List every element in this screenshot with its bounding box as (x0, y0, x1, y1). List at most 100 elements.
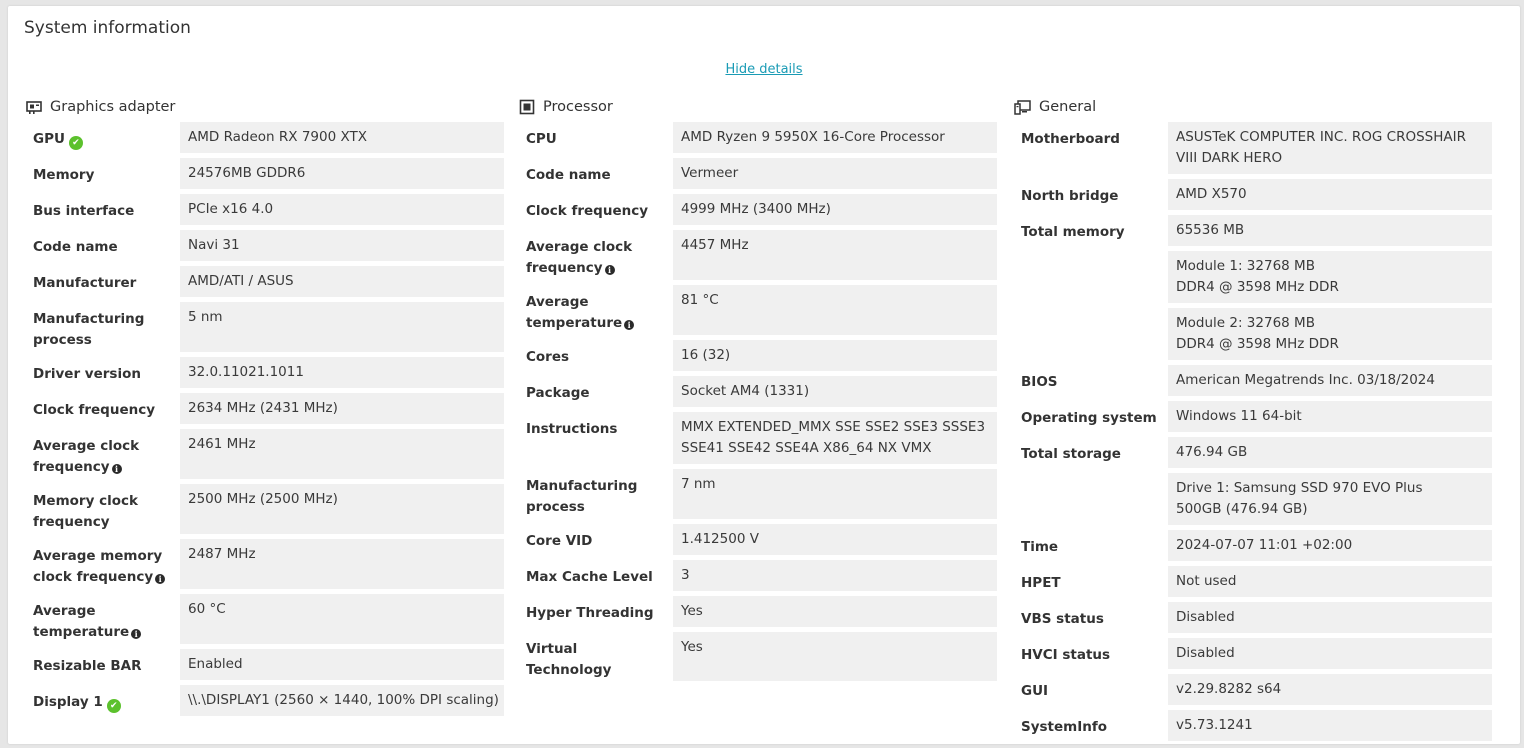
row-key: Clock frequency (33, 402, 156, 418)
row-key: VBS status (1021, 611, 1104, 627)
info-row-total-memory: Total memory 65536 MB (1014, 215, 1492, 246)
row-key: Manufacturing process (526, 478, 638, 515)
row-value: Windows 11 64-bit (1168, 401, 1492, 432)
info-row-bios: BIOS American Megatrends Inc. 03/18/2024 (1014, 365, 1492, 396)
info-row-cores: Cores 16 (32) (519, 340, 997, 371)
row-key: Resizable BAR (33, 658, 142, 674)
row-key: CPU (526, 131, 557, 147)
info-row-code-name: Code name Navi 31 (26, 230, 504, 261)
row-value: 2024-07-07 11:01 +02:00 (1168, 530, 1492, 561)
row-value: 1.412500 V (673, 524, 997, 555)
row-value: PCIe x16 4.0 (180, 194, 504, 225)
row-value: Disabled (1168, 638, 1492, 669)
row-key: Clock frequency (526, 203, 649, 219)
info-row-package: Package Socket AM4 (1331) (519, 376, 997, 407)
graphics-adapter-heading: Graphics adapter (26, 98, 504, 116)
graphics-adapter-section: Graphics adapter GPU ✔ AMD Radeon RX 7900… (26, 98, 504, 721)
row-value: AMD Radeon RX 7900 XTX (180, 122, 504, 153)
row-key: Time (1021, 539, 1059, 555)
row-value: 65536 MB (1168, 215, 1492, 246)
info-row-hyper-threading: Hyper Threading Yes (519, 596, 997, 627)
row-key: Code name (33, 239, 118, 255)
row-value: Module 1: 32768 MB DDR4 @ 3598 MHz DDR (1168, 251, 1492, 303)
row-key: BIOS (1021, 374, 1058, 390)
graphics-card-icon (26, 101, 42, 114)
info-row-average-clock-frequency: Average clock frequency i 4457 MHz (519, 230, 997, 280)
info-row-clock-frequency: Clock frequency 2634 MHz (2431 MHz) (26, 393, 504, 424)
row-value: 3 (673, 560, 997, 591)
row-key: Code name (526, 167, 611, 183)
row-key: Cores (526, 349, 570, 365)
row-key: Hyper Threading (526, 605, 654, 621)
row-key: Manufacturing process (33, 311, 145, 348)
row-value: \\.\DISPLAY1 (2560 × 1440, 100% DPI scal… (180, 685, 504, 716)
row-value: Not used (1168, 566, 1492, 597)
row-value: Module 2: 32768 MB DDR4 @ 3598 MHz DDR (1168, 308, 1492, 360)
info-row-average-temperature: Average temperature i 60 °C (26, 594, 504, 644)
row-value: ASUSTeK COMPUTER INC. ROG CROSSHAIR VIII… (1168, 122, 1492, 174)
processor-section: Processor CPU AMD Ryzen 9 5950X 16-Core … (519, 98, 997, 686)
row-value: 32.0.11021.1011 (180, 357, 504, 388)
hide-details-link[interactable]: Hide details (8, 62, 1520, 77)
info-row-north-bridge: North bridge AMD X570 (1014, 179, 1492, 210)
info-row-memory-clock-frequency: Memory clock frequency 2500 MHz (2500 MH… (26, 484, 504, 534)
row-value: MMX EXTENDED_MMX SSE SSE2 SSE3 SSSE3 SSE… (673, 412, 997, 464)
computer-icon (1014, 99, 1031, 115)
info-row-manufacturing-process: Manufacturing process 5 nm (26, 302, 504, 352)
row-value: v5.73.1241 (1168, 710, 1492, 741)
row-value: 81 °C (673, 285, 997, 335)
info-icon[interactable]: i (131, 629, 142, 639)
row-key: Core VID (526, 533, 593, 549)
info-row-average-clock-frequency: Average clock frequency i 2461 MHz (26, 429, 504, 479)
info-row-hpet: HPET Not used (1014, 566, 1492, 597)
info-row-clock-frequency: Clock frequency 4999 MHz (3400 MHz) (519, 194, 997, 225)
row-key: HPET (1021, 575, 1061, 591)
row-value: Yes (673, 632, 997, 681)
row-key: Memory clock frequency (33, 493, 138, 530)
info-row-cpu: CPU AMD Ryzen 9 5950X 16-Core Processor (519, 122, 997, 153)
row-key: North bridge (1021, 188, 1119, 204)
row-value: American Megatrends Inc. 03/18/2024 (1168, 365, 1492, 396)
ok-check-icon: ✔ (68, 136, 83, 150)
row-key: Operating system (1021, 410, 1157, 426)
general-heading-label: General (1039, 99, 1097, 115)
info-row-max-cache-level: Max Cache Level 3 (519, 560, 997, 591)
info-row-drive-1: Drive 1: Samsung SSD 970 EVO Plus 500GB … (1014, 473, 1492, 525)
row-key: SystemInfo (1021, 719, 1108, 735)
row-key: Total storage (1021, 446, 1121, 462)
info-row-core-vid: Core VID 1.412500 V (519, 524, 997, 555)
info-row-time: Time 2024-07-07 11:01 +02:00 (1014, 530, 1492, 561)
row-key: Average memory clock frequency i (26, 539, 180, 589)
row-key: Virtual Technology (526, 641, 612, 678)
row-value: 60 °C (180, 594, 504, 644)
row-value: Socket AM4 (1331) (673, 376, 997, 407)
row-value: Navi 31 (180, 230, 504, 261)
general-section: General Motherboard ASUSTeK COMPUTER INC… (1014, 98, 1492, 746)
row-value: Disabled (1168, 602, 1492, 633)
graphics-adapter-heading-label: Graphics adapter (50, 99, 176, 115)
info-row-gpu: GPU ✔ AMD Radeon RX 7900 XTX (26, 122, 504, 153)
info-row-code-name: Code name Vermeer (519, 158, 997, 189)
info-icon[interactable]: i (624, 320, 635, 330)
row-key: Total memory (1021, 224, 1125, 240)
info-row-manufacturer: Manufacturer AMD/ATI / ASUS (26, 266, 504, 297)
row-value: 16 (32) (673, 340, 997, 371)
info-row-total-storage: Total storage 476.94 GB (1014, 437, 1492, 468)
info-row-driver-version: Driver version 32.0.11021.1011 (26, 357, 504, 388)
info-icon[interactable]: i (111, 464, 122, 474)
row-key: Average clock frequency i (526, 239, 633, 276)
info-row-motherboard: Motherboard ASUSTeK COMPUTER INC. ROG CR… (1014, 122, 1492, 174)
info-row-average-memory-clock-frequency: Average memory clock frequency i 2487 MHz (26, 539, 504, 589)
info-icon[interactable]: i (155, 574, 166, 584)
row-value: AMD/ATI / ASUS (180, 266, 504, 297)
row-key: GUI (1021, 683, 1049, 699)
info-icon[interactable]: i (604, 265, 615, 275)
row-key (1014, 308, 1168, 360)
info-row-manufacturing-process: Manufacturing process 7 nm (519, 469, 997, 519)
info-row-virtual-technology: Virtual Technology Yes (519, 632, 997, 681)
row-key: GPU ✔ (26, 122, 180, 153)
row-key: Display 1 ✔ (26, 685, 180, 716)
row-value: 2634 MHz (2431 MHz) (180, 393, 504, 424)
row-value: 476.94 GB (1168, 437, 1492, 468)
info-row-operating-system: Operating system Windows 11 64-bit (1014, 401, 1492, 432)
